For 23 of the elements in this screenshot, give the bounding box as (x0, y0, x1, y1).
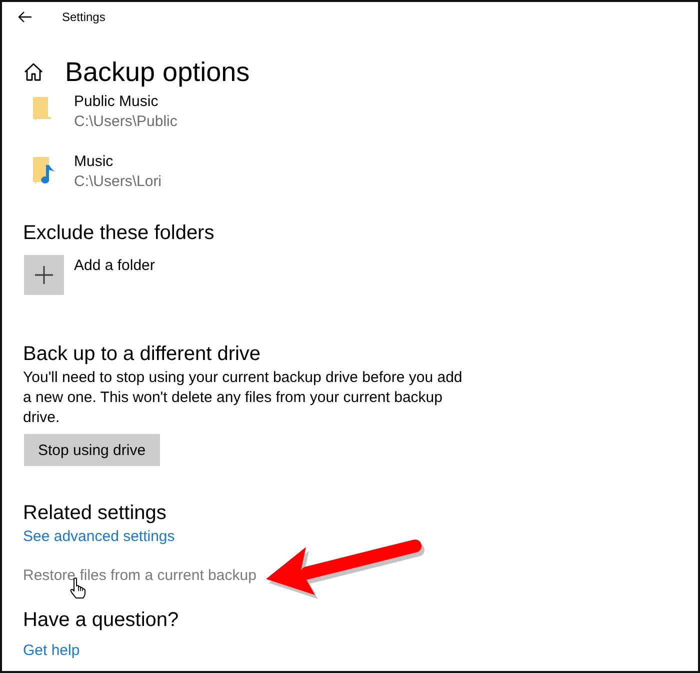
link[interactable]: Get help (23, 641, 80, 661)
home-button[interactable] (24, 63, 43, 81)
folder-name: Public Music (74, 92, 158, 112)
description-text: You'll need to stop using your current backup drive before you add a new one. This won't delete any files from your current backup drive. (23, 368, 464, 428)
back-button[interactable] (17, 9, 33, 25)
home-icon (24, 63, 43, 81)
folder-path: C:\Users\Lori (74, 172, 162, 192)
section-heading: Have a question? (23, 608, 179, 633)
music-folder-icon (33, 157, 57, 184)
section-heading: Related settings (23, 501, 166, 526)
folder-path: C:\Users\Public (74, 112, 178, 132)
folder-icon (33, 97, 51, 121)
folder-name: Music (74, 152, 114, 172)
back-arrow-icon (18, 11, 32, 23)
stop-using-drive-button[interactable]: Stop using drive (24, 434, 160, 466)
section-heading: Back up to a different drive (23, 342, 261, 367)
page-title: Backup options (65, 56, 250, 89)
add-folder-button[interactable]: Add a folder (24, 255, 155, 295)
link[interactable]: Restore files from a current backup (23, 566, 256, 586)
plus-icon (24, 255, 64, 295)
window-title: Settings (62, 9, 106, 25)
section-heading: Exclude these folders (23, 221, 214, 246)
link[interactable]: See advanced settings (23, 527, 175, 547)
